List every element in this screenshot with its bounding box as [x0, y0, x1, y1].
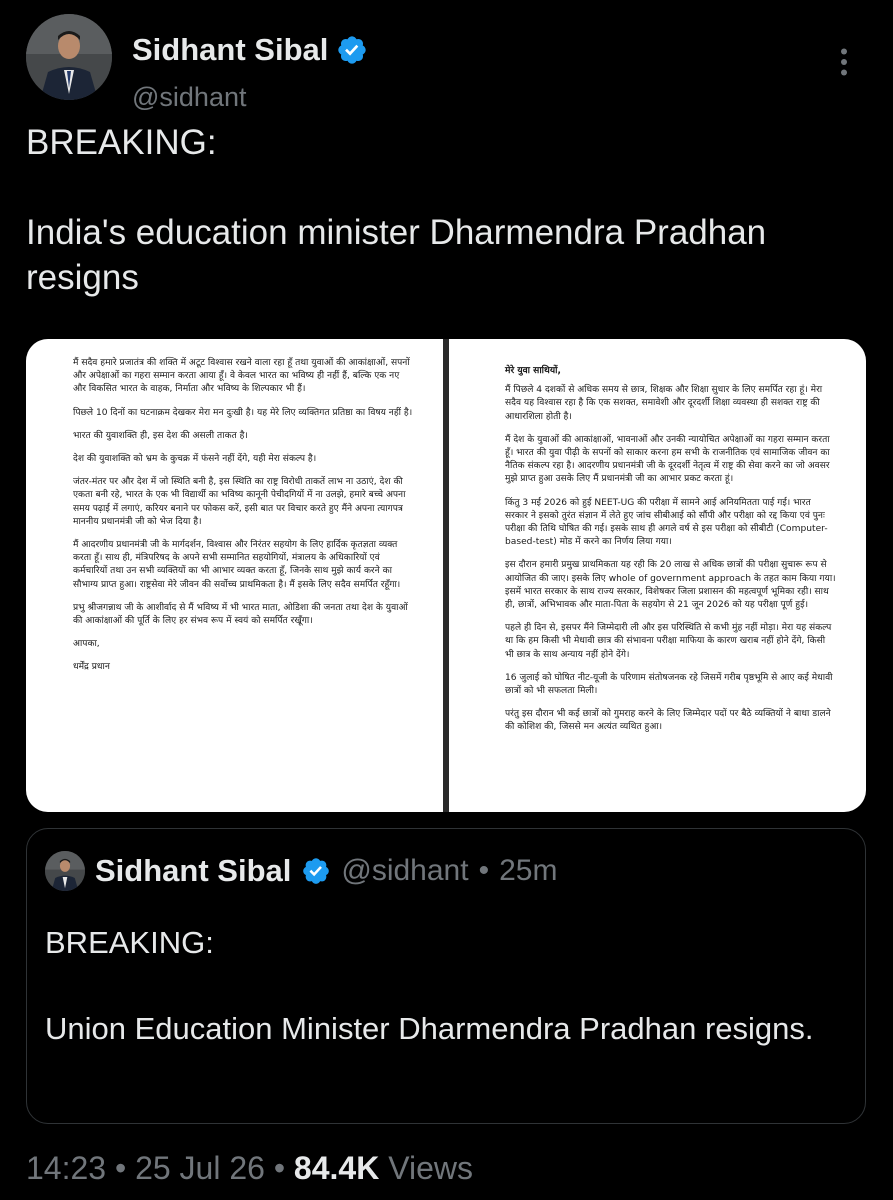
author-name[interactable]: Sidhant Sibal: [132, 32, 328, 68]
letter-paragraph: मैं सदैव हमारे प्रजातंत्र की शक्ति में अ…: [73, 358, 410, 395]
views-label: Views: [388, 1150, 473, 1186]
letter-signature: धर्मेंद्र प्रधान: [73, 662, 110, 673]
letter-closing: आपका,: [73, 639, 100, 650]
letter-paragraph: परंतु इस दौरान भी कई छात्रों को गुमराह क…: [505, 709, 831, 733]
letter-paragraph: मैं पिछले 4 दशकों से अधिक समय से छात्र, …: [505, 385, 823, 422]
letter-paragraph: किंतु 3 मई 2026 को हुई NEET-UG की परीक्ष…: [505, 497, 828, 548]
letter-paragraph: मैं देश के युवाओं की आकांक्षाओं, भावनाओं…: [505, 434, 830, 485]
verified-badge-icon: [303, 858, 330, 884]
author-handle[interactable]: @sidhant: [132, 82, 246, 113]
letter-paragraph: 16 जुलाई को घोषित नीट-यूजी के परिणाम संत…: [505, 672, 833, 697]
meta-separator: •: [273, 1150, 286, 1186]
avatar-photo-icon: [26, 14, 112, 100]
author-name-row[interactable]: Sidhant Sibal: [132, 32, 368, 68]
author-avatar[interactable]: [26, 14, 112, 100]
more-horizontal-icon[interactable]: [826, 44, 862, 80]
tweet-date[interactable]: 25 Jul 26: [135, 1150, 265, 1186]
views-count[interactable]: 84.4K: [294, 1150, 379, 1186]
letter-page-right[interactable]: मेरे युवा साथियों, मैं पिछले 4 दशकों से …: [449, 339, 866, 812]
letter-page-left[interactable]: मैं सदैव हमारे प्रजातंत्र की शक्ति में अ…: [26, 339, 443, 812]
tweet-meta: 14:23 • 25 Jul 26 • 84.4K Views: [26, 1150, 473, 1187]
letter-paragraph: पिछले 10 दिनों का घटनाक्रम देखकर मेरा मन…: [73, 407, 413, 418]
quoted-separator: •: [478, 854, 490, 887]
quoted-author-handle[interactable]: @sidhant: [341, 854, 468, 888]
verified-badge-icon: [338, 36, 367, 64]
letter-paragraph: मैं आदरणीय प्रधानमंत्री जी के मार्गदर्शन…: [73, 540, 401, 590]
avatar-photo-icon: [45, 851, 85, 891]
tweet-text: BREAKING: India's education minister Dha…: [26, 123, 767, 297]
letter-paragraph: भारत की युवाशक्ति ही, इस देश की असली ताक…: [73, 430, 248, 441]
letter-salutation: मेरे युवा साथियों,: [505, 366, 561, 376]
quoted-tweet-text: BREAKING: Union Education Minister Dharm…: [45, 925, 814, 1046]
tweet-header: Sidhant Sibal @sidhant: [26, 14, 866, 112]
quoted-tweet-header: Sidhant Sibal @sidhant • 25m: [45, 851, 557, 891]
tweet-media[interactable]: मैं सदैव हमारे प्रजातंत्र की शक्ति में अ…: [26, 339, 866, 812]
letter-paragraph: देश की युवाशक्ति को भ्रम के कुचक्र में फ…: [73, 454, 317, 465]
letter-paragraph: प्रभु श्रीजगन्नाथ जी के आशीर्वाद से मैं …: [73, 602, 408, 627]
letter-paragraph: जंतर-मंतर पर और देश में जो स्थिति बनी है…: [73, 477, 406, 527]
letter-paragraph: इस दौरान हमारी प्रमुख प्राथमिकता यह रही …: [505, 560, 836, 611]
quoted-author-name[interactable]: Sidhant Sibal: [95, 853, 291, 889]
meta-separator: •: [114, 1150, 127, 1186]
quoted-tweet[interactable]: Sidhant Sibal @sidhant • 25m BREAKING: U…: [26, 828, 866, 1124]
letter-paragraph: पहले ही दिन से, इसपर मैंने जिम्मेदारी ली…: [505, 623, 832, 660]
quoted-timestamp[interactable]: 25m: [499, 854, 557, 888]
tweet-time[interactable]: 14:23: [26, 1150, 106, 1186]
quoted-author-avatar[interactable]: [45, 851, 85, 891]
